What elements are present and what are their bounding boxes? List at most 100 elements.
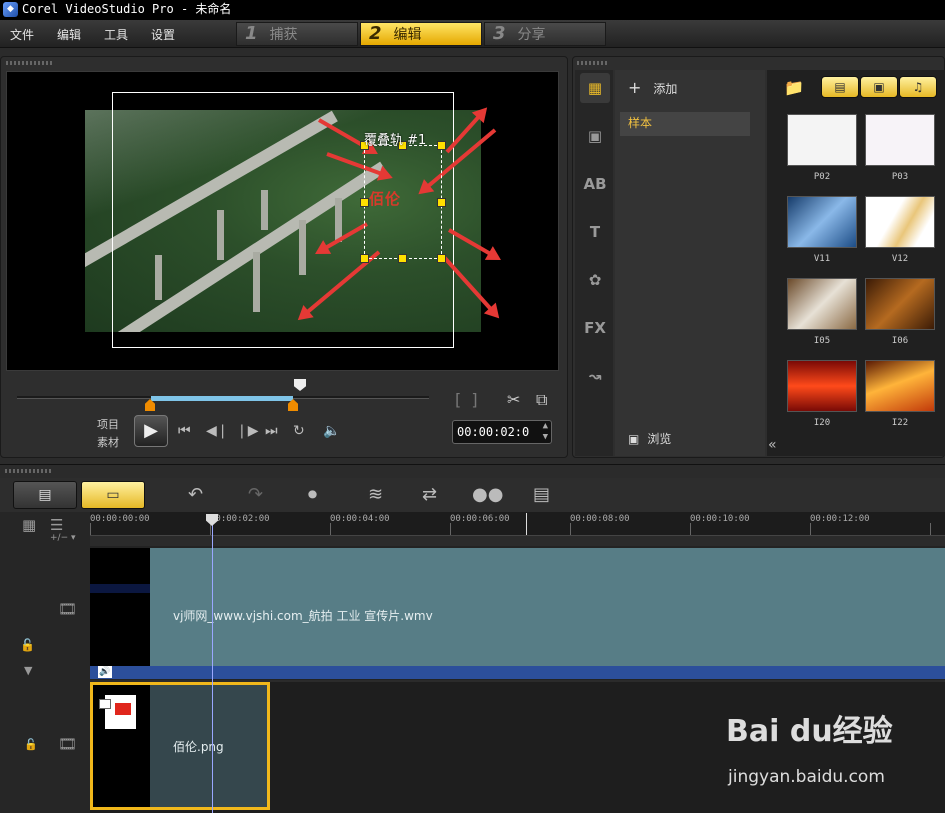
volume-icon[interactable]: 🔈 (323, 423, 340, 439)
title-tab-icon[interactable]: T (580, 217, 610, 247)
mark-in-out-icon[interactable]: [ ] (455, 390, 491, 409)
menu-bar: 文件 编辑 工具 设置 1 捕获 2 编辑 3 分享 (0, 20, 945, 48)
add-folder-button[interactable]: + 添加 (628, 78, 677, 97)
thumb-label: V11 (813, 254, 831, 264)
go-to-start-icon[interactable]: ⏮ (178, 423, 191, 439)
tick (810, 523, 811, 535)
menu-settings[interactable]: 设置 (151, 26, 175, 43)
tick-label: 00:00:10:00 (690, 514, 750, 524)
overlay-track-label: 覆叠轨 #1 (364, 133, 427, 148)
redo-icon[interactable]: ↷ (248, 484, 263, 505)
resize-handle[interactable] (437, 141, 446, 150)
timeline-ruler[interactable]: 00:00:00:00 00:00:02:00 00:00:04:00 00:0… (90, 512, 945, 536)
auto-music-icon[interactable]: ⇄ (422, 484, 437, 505)
library-thumb[interactable] (865, 360, 935, 412)
thumb-label: I06 (891, 336, 909, 346)
filter-tab-icon[interactable]: FX (580, 313, 610, 343)
scrubber-playhead[interactable] (294, 379, 306, 391)
library-thumb[interactable] (787, 278, 857, 330)
overlay-track-icon[interactable]: 🎞 (58, 735, 77, 753)
browse-button[interactable]: ▣ 浏览 (628, 430, 671, 447)
sound-mixer-icon[interactable]: ≋ (368, 484, 383, 505)
transition-tab-icon[interactable]: ▣ (580, 121, 610, 151)
show-audio-icon[interactable]: ♫ (899, 76, 937, 98)
collapse-library-icon[interactable]: « (768, 437, 786, 455)
browse-icon: ▣ (628, 432, 640, 446)
scissors-icon[interactable]: ✂ (507, 390, 520, 409)
media-tab-icon[interactable]: ▦ (580, 73, 610, 103)
show-photos-icon[interactable]: ▣ (860, 76, 898, 98)
ab-transition-tab-icon[interactable]: AB (580, 169, 610, 199)
mode-project[interactable]: 项目 (97, 416, 119, 434)
timecode-stepper-icon[interactable]: ▲ ▼ (543, 421, 548, 443)
app-icon: ◆ (3, 2, 18, 17)
track-list-icon[interactable]: ☰ (50, 516, 63, 534)
baidu-watermark-url: jingyan.baidu.com (728, 767, 885, 787)
path-tab-icon[interactable]: ↝ (580, 361, 610, 391)
panel-grip[interactable] (6, 61, 52, 65)
menu-file[interactable]: 文件 (10, 26, 34, 43)
clip-audio-strip: 🔊 (90, 666, 945, 679)
library-thumb[interactable] (865, 114, 935, 166)
speaker-icon[interactable]: 🔊 (98, 666, 112, 678)
resize-handle[interactable] (398, 254, 407, 263)
play-button[interactable]: ▶ (134, 415, 168, 447)
thumb-logo-mark (115, 703, 131, 715)
zoom-controls-icon[interactable]: +/− ▾ (50, 533, 76, 543)
menu-edit[interactable]: 编辑 (57, 26, 81, 43)
record-capture-icon[interactable]: ⏺ (308, 484, 317, 505)
show-videos-icon[interactable]: ▤ (821, 76, 859, 98)
storyboard-view-icon[interactable]: ▤ (13, 481, 77, 509)
expand-tracks-icon[interactable]: ▼ (24, 664, 32, 677)
mode-clip[interactable]: 素材 (97, 434, 119, 452)
tick (930, 523, 931, 535)
preview-screen[interactable]: 覆叠轨 #1 佰伦 (6, 71, 559, 371)
thumb-label: P03 (891, 172, 909, 182)
next-frame-icon[interactable]: ❘▶ (236, 423, 259, 439)
app-window: Corel VideoStudio Pro - 未命名 ◆ 文件 编辑 工具 设… (0, 0, 945, 813)
title-bar: Corel VideoStudio Pro - 未命名 (0, 0, 945, 20)
thumb-stripe (90, 584, 150, 593)
menu-tools[interactable]: 工具 (104, 26, 128, 43)
timecode-field[interactable]: 00:00:02:0 ▲ ▼ (452, 420, 552, 444)
ripple-edit-icon[interactable]: 🔓 (20, 638, 35, 652)
library-thumb[interactable] (865, 278, 935, 330)
library-thumb[interactable] (787, 196, 857, 248)
trim-range (151, 396, 293, 401)
step-capture-tab[interactable]: 1 捕获 (236, 22, 358, 46)
step-edit-tab[interactable]: 2 编辑 (360, 22, 482, 46)
add-label: 添加 (653, 82, 678, 96)
previous-frame-icon[interactable]: ◀❘ (206, 423, 229, 439)
lock-icon[interactable]: 🔓 (24, 738, 38, 751)
timeline-view-icon[interactable]: ▭ (81, 481, 145, 509)
undo-icon[interactable]: ↶ (188, 484, 203, 505)
panel-grip[interactable] (5, 469, 51, 473)
track-manager-icon[interactable]: ▦ (22, 516, 36, 534)
library-thumb[interactable] (787, 114, 857, 166)
resize-handle[interactable] (360, 198, 369, 207)
thumb-label: I20 (813, 418, 831, 428)
tick-label: 00:00:00:00 (90, 514, 150, 524)
step-label: 分享 (517, 27, 546, 43)
step-share-tab[interactable]: 3 分享 (484, 22, 606, 46)
browse-label: 浏览 (647, 432, 672, 446)
motion-track-icon[interactable]: ●● (472, 484, 503, 505)
thumb-label: V12 (891, 254, 909, 264)
library-thumb[interactable] (787, 360, 857, 412)
library-tab-strip: ▦ ▣ AB T ✿ FX ↝ (575, 70, 613, 456)
panel-grip[interactable] (577, 61, 609, 65)
go-to-end-icon[interactable]: ⏭ (265, 423, 278, 439)
subtitle-editor-icon[interactable]: ▤ (533, 484, 550, 505)
tick-label: 00:00:12:00 (810, 514, 870, 524)
overlay-indicator-icon (99, 699, 111, 709)
graphic-tab-icon[interactable]: ✿ (580, 265, 610, 295)
repeat-icon[interactable]: ↻ (293, 423, 305, 439)
resize-handle[interactable] (437, 254, 446, 263)
video-track-icon[interactable]: 🎞 (58, 600, 77, 618)
copy-icon[interactable]: ⧉ (536, 390, 547, 410)
folder-item-sample[interactable]: 样本 (620, 112, 750, 136)
resize-handle[interactable] (437, 198, 446, 207)
resize-handle[interactable] (360, 254, 369, 263)
folder-icon[interactable]: 📁 (784, 78, 804, 97)
library-thumb[interactable] (865, 196, 935, 248)
